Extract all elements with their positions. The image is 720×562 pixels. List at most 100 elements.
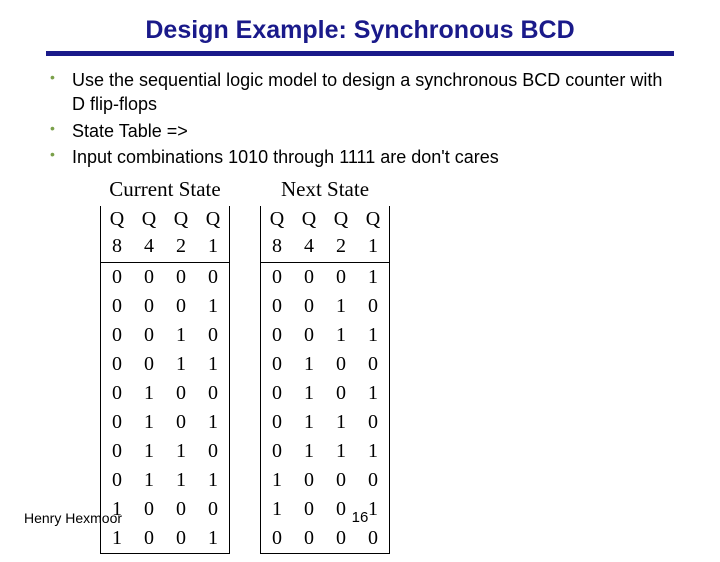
col-header: Q 4 (133, 206, 165, 263)
cell: 0 (357, 350, 390, 379)
cell: 0 (261, 321, 294, 350)
cell: 0 (261, 408, 294, 437)
cell: 0 (101, 262, 134, 292)
cell: 0 (101, 379, 134, 408)
cell: 0 (293, 466, 325, 495)
cell: 0 (133, 321, 165, 350)
title-divider (46, 51, 674, 56)
cell: 0 (101, 350, 134, 379)
cell: 0 (101, 466, 134, 495)
cell: 0 (133, 350, 165, 379)
cell: 0 (101, 437, 134, 466)
table-row: 01111000 (101, 466, 390, 495)
cell: 1 (133, 379, 165, 408)
cell: 0 (325, 466, 357, 495)
cell: 1 (357, 379, 390, 408)
cell: 1 (197, 292, 230, 321)
cell: 0 (133, 292, 165, 321)
bullet-list: Use the sequential logic model to design… (40, 68, 680, 562)
col-header: Q 2 (325, 206, 357, 263)
cell: 0 (133, 262, 165, 292)
cell: 0 (325, 262, 357, 292)
cell: 1 (165, 466, 197, 495)
table-row: 00110100 (101, 350, 390, 379)
header-current-state: Current State (101, 175, 230, 205)
bullet-item: State Table => (46, 119, 672, 143)
table-row: 10010000 (101, 524, 390, 554)
table-row: 00100011 (101, 321, 390, 350)
cell: 1 (357, 437, 390, 466)
cell: 0 (197, 379, 230, 408)
cell: 0 (325, 379, 357, 408)
cell: 0 (165, 408, 197, 437)
cell: 0 (197, 321, 230, 350)
cell: 0 (325, 524, 357, 554)
cell: 1 (357, 262, 390, 292)
cell: 1 (165, 350, 197, 379)
cell: 1 (133, 408, 165, 437)
cell: 0 (357, 524, 390, 554)
cell: 1 (325, 437, 357, 466)
cell: 1 (165, 321, 197, 350)
cell: 0 (261, 292, 294, 321)
cell: 1 (165, 437, 197, 466)
cell: 1 (293, 350, 325, 379)
cell: 0 (101, 292, 134, 321)
header-next-state: Next State (261, 175, 390, 205)
cell: 0 (133, 524, 165, 554)
cell: 1 (325, 321, 357, 350)
cell: 1 (197, 408, 230, 437)
cell: 0 (293, 321, 325, 350)
cell: 0 (101, 321, 134, 350)
col-header: Q 8 (101, 206, 134, 263)
cell: 0 (165, 292, 197, 321)
state-table: Current State Next State Q 8Q 4Q 2Q 1Q 8… (100, 175, 390, 553)
cell: 0 (261, 524, 294, 554)
cell: 0 (165, 262, 197, 292)
cell: 0 (261, 379, 294, 408)
col-header: Q 1 (357, 206, 390, 263)
cell: 0 (357, 408, 390, 437)
col-header: Q 1 (197, 206, 230, 263)
footer-page-number: 16 (0, 509, 720, 526)
cell: 1 (357, 321, 390, 350)
table-row: 01100111 (101, 437, 390, 466)
cell: 0 (197, 262, 230, 292)
cell: 1 (293, 379, 325, 408)
cell: 0 (293, 262, 325, 292)
cell: 1 (293, 408, 325, 437)
cell: 0 (165, 524, 197, 554)
bullet-item: Input combinations 1010 through 1111 are… (46, 145, 672, 560)
cell: 0 (325, 350, 357, 379)
cell: 1 (197, 524, 230, 554)
cell: 1 (325, 408, 357, 437)
col-header: Q 4 (293, 206, 325, 263)
cell: 1 (293, 437, 325, 466)
cell: 0 (357, 292, 390, 321)
cell: 1 (197, 466, 230, 495)
col-header: Q 2 (165, 206, 197, 263)
bullet-item: Use the sequential logic model to design… (46, 68, 672, 117)
table-row: 00000001 (101, 262, 390, 292)
col-header: Q 8 (261, 206, 294, 263)
slide-title: Design Example: Synchronous BCD (28, 16, 692, 45)
cell: 0 (261, 262, 294, 292)
cell: 1 (325, 292, 357, 321)
cell: 0 (197, 437, 230, 466)
cell: 0 (293, 292, 325, 321)
cell: 1 (101, 524, 134, 554)
cell: 1 (197, 350, 230, 379)
cell: 0 (293, 524, 325, 554)
cell: 1 (133, 466, 165, 495)
table-row: 01010110 (101, 408, 390, 437)
cell: 0 (357, 466, 390, 495)
cell: 0 (261, 437, 294, 466)
cell: 0 (261, 350, 294, 379)
table-row: 01000101 (101, 379, 390, 408)
table-row: 00010010 (101, 292, 390, 321)
cell: 1 (261, 466, 294, 495)
cell: 0 (165, 379, 197, 408)
cell: 1 (133, 437, 165, 466)
bullet-text: Input combinations 1010 through 1111 are… (72, 147, 499, 167)
cell: 0 (101, 408, 134, 437)
